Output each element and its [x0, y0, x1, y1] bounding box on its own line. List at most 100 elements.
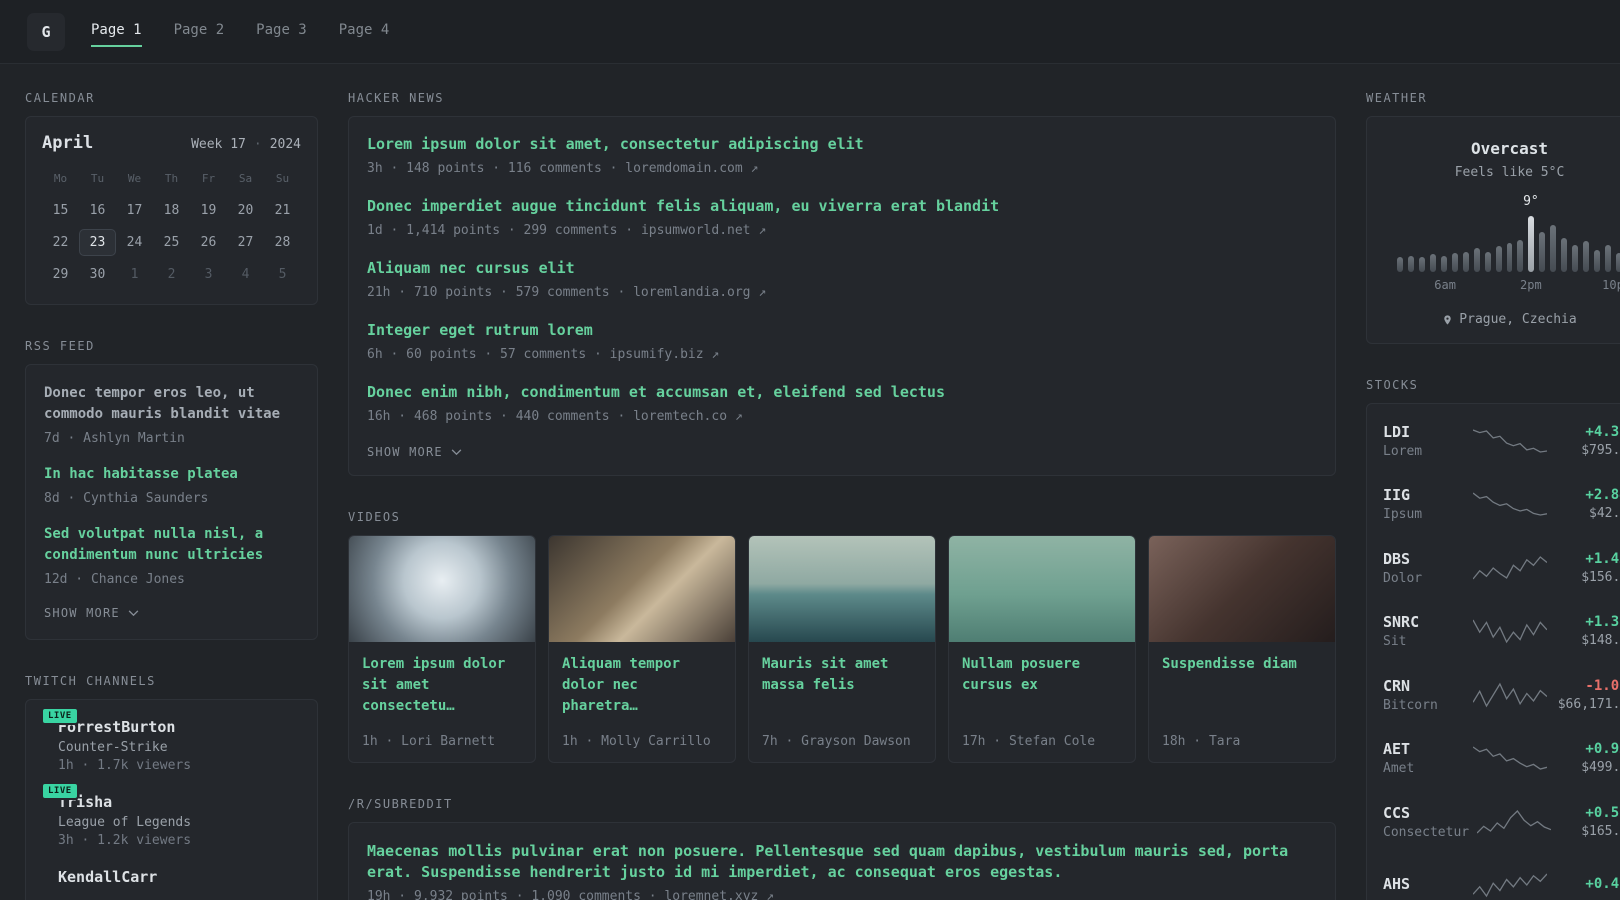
nav-tab[interactable]: Page 1 — [91, 16, 142, 47]
twitch-channel[interactable]: LIVE ForrestBurton Counter-Strike 1h · 1… — [41, 707, 299, 773]
calendar-day: 18 — [163, 203, 180, 218]
hn-item-title[interactable]: Aliquam nec cursus elit — [367, 258, 1317, 279]
hackernews-widget: Lorem ipsum dolor sit amet, consectetur … — [348, 116, 1336, 476]
weather-bar — [1407, 256, 1414, 272]
app-logo[interactable]: G — [27, 12, 65, 51]
stock-sparkline — [1472, 492, 1547, 516]
calendar-day: 17 — [126, 203, 143, 218]
stocks-section: STOCKS LDI Lorem +4.35% $795.18 IIG — [1366, 378, 1620, 900]
hn-item-meta-text: 1d · 1,414 points · 299 comments · — [367, 223, 634, 238]
video-thumbnail[interactable] — [949, 536, 1135, 642]
stock-values: +4.35% $795.18 — [1555, 424, 1620, 458]
rss-show-more-button[interactable]: SHOW MORE — [44, 606, 139, 620]
video-body: Mauris sit amet massa felis 7h · Grayson… — [749, 642, 935, 762]
weather-bar — [1473, 248, 1480, 272]
weather-bar — [1451, 252, 1458, 272]
video-card[interactable]: Lorem ipsum dolor sit amet consectetu… 1… — [348, 535, 536, 763]
hn-item-domain-link[interactable]: ipsumworld.net ↗ — [641, 223, 766, 238]
hn-item-title[interactable]: Donec imperdiet augue tincidunt felis al… — [367, 196, 1317, 217]
rss-item-title[interactable]: Sed volutpat nulla nisl, a condimentum n… — [44, 524, 299, 566]
video-thumbnail[interactable] — [549, 536, 735, 642]
video-title[interactable]: Mauris sit amet massa felis — [762, 654, 922, 696]
weather-section: WEATHER Overcast Feels like 5°C 9° 6am 2… — [1366, 91, 1620, 344]
stock-change: +0.51% — [1585, 804, 1620, 821]
nav-tab[interactable]: Page 3 — [256, 16, 307, 47]
rss-item-title[interactable]: In hac habitasse platea — [44, 464, 299, 485]
calendar-day: 26 — [200, 235, 217, 250]
separator-dot: · — [253, 137, 262, 152]
stock-symbol: SNRC — [1383, 613, 1420, 632]
video-card[interactable]: Mauris sit amet massa felis 7h · Grayson… — [748, 535, 936, 763]
video-title[interactable]: Lorem ipsum dolor sit amet consectetu… — [362, 654, 522, 717]
video-card[interactable]: Suspendisse diam 18h · Tara — [1148, 535, 1336, 763]
show-more-label: SHOW MORE — [367, 445, 443, 459]
video-title[interactable]: Suspendisse diam — [1162, 654, 1322, 675]
hn-show-more-button[interactable]: SHOW MORE — [367, 445, 462, 459]
hn-item-domain-link[interactable]: loremtech.co ↗ — [633, 409, 743, 424]
hn-item-meta: 21h · 710 points · 579 comments · loreml… — [367, 284, 1317, 301]
stock-name: Consectetur — [1383, 824, 1470, 840]
video-thumbnail[interactable] — [1149, 536, 1335, 642]
twitch-channel[interactable]: LIVE Trisha League of Legends 3h · 1.2k … — [41, 782, 299, 848]
video-card[interactable]: Nullam posuere cursus ex 17h · Stefan Co… — [948, 535, 1136, 763]
hn-item-domain-link[interactable]: ipsumify.biz ↗ — [610, 347, 720, 362]
weather-condition: Overcast — [1470, 139, 1549, 158]
hn-item-domain-link[interactable]: loremdomain.com ↗ — [625, 161, 758, 176]
stock-row[interactable]: DBS Dolor +1.42% $156.28 — [1383, 536, 1620, 600]
hn-item-meta-text: 16h · 468 points · 440 comments · — [367, 409, 626, 424]
stocks-widget: LDI Lorem +4.35% $795.18 IIG Ipsum — [1366, 403, 1620, 900]
subreddit-item-title[interactable]: Maecenas mollis pulvinar erat non posuer… — [367, 841, 1317, 883]
stock-price: $66,171.48 — [1557, 696, 1620, 712]
stock-row[interactable]: IIG Ipsum +2.84% $42.04 — [1383, 473, 1620, 537]
twitch-section: TWITCH CHANNELS LIVE ForrestBurton Count… — [25, 674, 318, 900]
video-title[interactable]: Aliquam tempor dolor nec pharetra… — [562, 654, 722, 717]
nav-tab[interactable]: Page 2 — [174, 16, 225, 47]
hn-item: Integer eget rutrum lorem 6h · 60 points… — [367, 320, 1317, 363]
stock-row[interactable]: AHS +0.46% — [1383, 854, 1620, 900]
stock-symbol: AHS — [1383, 874, 1411, 893]
hn-item-title[interactable]: Donec enim nibh, condimentum et accumsan… — [367, 382, 1317, 403]
hn-item-meta: 16h · 468 points · 440 comments · loremt… — [367, 408, 1317, 425]
calendar-day: 19 — [200, 203, 217, 218]
calendar-day: 28 — [274, 235, 291, 250]
stock-sparkline — [1472, 619, 1547, 644]
stock-symbol: CRN — [1383, 676, 1411, 695]
stock-name: Amet — [1383, 761, 1415, 777]
right-column: WEATHER Overcast Feels like 5°C 9° 6am 2… — [1366, 91, 1620, 900]
rss-item: Sed volutpat nulla nisl, a condimentum n… — [44, 524, 299, 588]
video-thumbnail[interactable] — [349, 536, 535, 642]
video-title[interactable]: Nullam posuere cursus ex — [962, 654, 1122, 696]
weather-bar — [1616, 252, 1620, 272]
subreddit-item: Maecenas mollis pulvinar erat non posuer… — [367, 841, 1317, 900]
stock-change: +4.35% — [1585, 423, 1620, 440]
live-badge: LIVE — [41, 707, 79, 725]
hn-item: Donec imperdiet augue tincidunt felis al… — [367, 196, 1317, 239]
page-tabs: Page 1 Page 2 Page 3 Page 4 — [91, 16, 389, 47]
stock-row[interactable]: CRN Bitcorn -1.00% $66,171.48 — [1383, 663, 1620, 727]
stock-id: AHS — [1383, 875, 1465, 896]
twitch-channel[interactable]: KendallCarr — [44, 868, 299, 890]
video-thumbnail[interactable] — [749, 536, 935, 642]
video-body: Aliquam tempor dolor nec pharetra… 1h · … — [549, 642, 735, 762]
stock-row[interactable]: SNRC Sit +1.36% $148.64 — [1383, 600, 1620, 664]
calendar-day: 3 — [204, 267, 213, 282]
calendar-day: 2 — [167, 267, 176, 282]
hn-item-title[interactable]: Lorem ipsum dolor sit amet, consectetur … — [367, 134, 1317, 155]
hn-item-title[interactable]: Integer eget rutrum lorem — [367, 320, 1317, 341]
subreddit-item-domain-link[interactable]: loremnet.xyz ↗ — [664, 889, 774, 900]
section-title-hackernews: HACKER NEWS — [348, 91, 444, 105]
dashboard: CALENDAR April Week 17 · 2024 Mo Tu We T… — [0, 64, 1620, 900]
hn-item-domain-link[interactable]: loremlandia.org ↗ — [633, 285, 766, 300]
channel-info: ForrestBurton Counter-Strike 1h · 1.7k v… — [58, 718, 191, 773]
stock-sparkline — [1472, 746, 1547, 770]
hn-item: Donec enim nibh, condimentum et accumsan… — [367, 382, 1317, 425]
weather-bar — [1517, 239, 1524, 272]
nav-tab[interactable]: Page 4 — [339, 16, 390, 47]
rss-item-title[interactable]: Donec tempor eros leo, ut commodo mauris… — [44, 383, 299, 425]
stock-row[interactable]: AET Amet +0.92% $499.72 — [1383, 727, 1620, 791]
video-card[interactable]: Aliquam tempor dolor nec pharetra… 1h · … — [548, 535, 736, 763]
rss-widget: Donec tempor eros leo, ut commodo mauris… — [25, 364, 318, 640]
calendar-day: 29 — [52, 267, 69, 282]
stock-row[interactable]: CCS Consectetur +0.51% $165.84 — [1383, 790, 1620, 854]
stock-row[interactable]: LDI Lorem +4.35% $795.18 — [1383, 409, 1620, 473]
